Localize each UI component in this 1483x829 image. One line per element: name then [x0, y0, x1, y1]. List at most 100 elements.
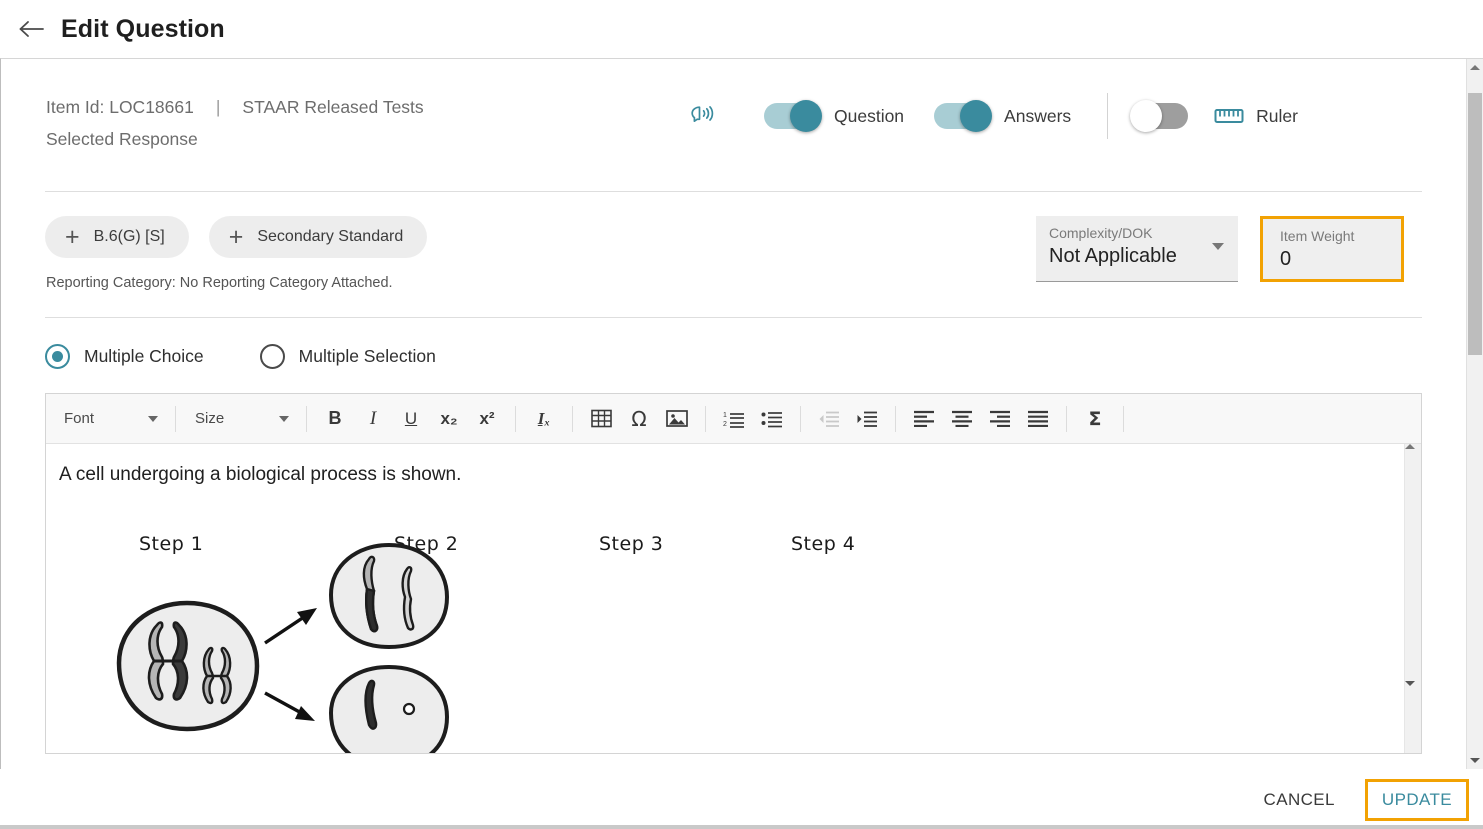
diagram-image — [59, 533, 959, 753]
align-justify-icon — [1028, 410, 1048, 427]
align-right-icon — [990, 410, 1010, 427]
math-button[interactable]: Σ — [1079, 403, 1111, 435]
table-button[interactable] — [585, 403, 617, 435]
primary-standard-chip[interactable]: + B.6(G) [S] — [45, 216, 189, 258]
item-id: Item Id: LOC18661 — [46, 97, 194, 117]
page-scroll-up-button[interactable] — [1467, 59, 1483, 76]
svg-text:1: 1 — [723, 412, 727, 419]
secondary-standard-chip[interactable]: + Secondary Standard — [208, 216, 428, 258]
italic-button[interactable]: I — [357, 403, 389, 435]
toggle-ruler[interactable]: Ruler — [1130, 100, 1298, 132]
special-character-icon: Ω — [631, 406, 647, 431]
font-size-select[interactable]: Size — [185, 404, 297, 434]
back-button[interactable] — [14, 12, 48, 46]
outdent-button[interactable] — [813, 403, 845, 435]
numbered-list-button[interactable]: 1 2 — [718, 403, 750, 435]
editor-scroll-down-button[interactable] — [1405, 681, 1421, 686]
indent-button[interactable] — [851, 403, 883, 435]
ruler-icon — [1214, 109, 1244, 123]
multiple-choice-radio[interactable] — [45, 344, 70, 369]
toggle-question[interactable]: Question — [764, 100, 904, 132]
multiple-selection-label: Multiple Selection — [298, 346, 436, 366]
align-center-icon — [952, 410, 972, 427]
subscript-icon: x₂ — [440, 408, 458, 428]
standard-chips: + B.6(G) [S] + Secondary Standard — [45, 216, 1036, 258]
toolbar-separator — [800, 405, 801, 432]
item-weight-value: 0 — [1280, 248, 1292, 270]
editor-vertical-scrollbar[interactable] — [1404, 444, 1421, 753]
complexity-dok-select[interactable]: Complexity/DOK Not Applicable — [1036, 216, 1238, 282]
item-response-type: Selected Response — [46, 129, 198, 149]
multiple-selection-radio[interactable] — [259, 344, 285, 369]
item-weight-input[interactable]: Item Weight 0 — [1260, 216, 1404, 282]
font-family-select[interactable]: Font — [54, 404, 166, 434]
subscript-button[interactable]: x₂ — [433, 403, 465, 435]
plus-icon: + — [228, 222, 244, 251]
align-left-button[interactable] — [908, 403, 940, 435]
answers-switch[interactable] — [934, 100, 993, 132]
accessibility-controls: Question Answers Ruler — [686, 91, 1316, 141]
special-character-button[interactable]: Ω — [623, 403, 655, 435]
remove-format-button[interactable]: Iₓ — [528, 403, 560, 435]
superscript-icon: x² — [479, 408, 495, 428]
editor-body: A cell undergoing a biological process i… — [46, 444, 1421, 753]
window-bottom-edge — [0, 825, 1483, 829]
table-icon — [590, 409, 612, 428]
editor-toolbar: Font Size B I U x₂ x² Iₓ Ω 1 2 Σ — [46, 394, 1421, 444]
text-to-speech-button[interactable] — [686, 103, 716, 129]
question-switch[interactable] — [764, 100, 822, 132]
standards-right: Complexity/DOK Not Applicable Item Weigh… — [1036, 216, 1422, 282]
bold-button[interactable]: B — [319, 403, 351, 435]
toolbar-separator — [306, 405, 307, 432]
underline-icon: U — [404, 408, 418, 428]
toolbar-separator — [1123, 405, 1124, 432]
meta-row: Item Id: LOC18661 | STAAR Released Tests S… — [45, 59, 1422, 165]
update-button[interactable]: UPDATE — [1364, 778, 1469, 821]
body-region: Item Id: LOC18661 | STAAR Released Tests S… — [0, 58, 1483, 769]
arrow-upper — [264, 608, 317, 645]
align-right-button[interactable] — [984, 403, 1016, 435]
item-source: STAAR Released Tests — [242, 97, 424, 117]
radio-multiple-choice[interactable]: Multiple Choice — [45, 344, 204, 369]
item-weight-label: Item Weight — [1280, 228, 1355, 244]
bold-icon: B — [328, 408, 342, 428]
align-justify-button[interactable] — [1022, 403, 1054, 435]
bulleted-list-button[interactable] — [756, 403, 788, 435]
remove-format-icon: Iₓ — [537, 408, 551, 428]
question-prompt-text: A cell undergoing a biological process i… — [59, 464, 462, 485]
meta-separator: | — [215, 97, 221, 117]
chevron-down-icon — [148, 415, 158, 422]
toolbar-separator — [705, 405, 706, 432]
answers-switch-label: Answers — [1004, 105, 1072, 126]
align-center-button[interactable] — [946, 403, 978, 435]
question-type-row: Multiple Choice Multiple Selection — [45, 318, 1422, 393]
dialog-footer: CANCEL UPDATE — [0, 769, 1483, 829]
numbered-list-icon: 1 2 — [723, 412, 744, 428]
underline-button[interactable]: U — [395, 403, 427, 435]
answers-switch-knob — [960, 100, 993, 132]
ruler-label: Ruler — [1256, 105, 1298, 126]
cell-division-svg — [116, 543, 449, 753]
toggle-answers[interactable]: Answers — [934, 100, 1072, 132]
ruler-icon-wrap — [1214, 105, 1244, 127]
page-vertical-scrollbar[interactable] — [1466, 59, 1483, 769]
complexity-dok-value: Not Applicable — [1049, 245, 1177, 267]
editor-content[interactable]: A cell undergoing a biological process i… — [46, 444, 1404, 753]
align-left-icon — [914, 410, 934, 427]
toolbar-separator — [175, 405, 176, 432]
page-scroll-thumb[interactable] — [1468, 93, 1482, 355]
page-title: Edit Question — [61, 14, 225, 43]
editor-scroll-thumb[interactable] — [1405, 449, 1421, 681]
cancel-button[interactable]: CANCEL — [1248, 782, 1351, 818]
page-scroll-down-button[interactable] — [1467, 752, 1483, 769]
plus-icon: + — [65, 222, 80, 251]
ruler-switch[interactable] — [1130, 100, 1189, 132]
toolbar-separator — [895, 405, 896, 432]
italic-icon: I — [369, 407, 377, 429]
superscript-button[interactable]: x² — [471, 403, 503, 435]
scroll-down-icon — [1405, 681, 1415, 686]
complexity-dok-label: Complexity/DOK — [1049, 225, 1153, 241]
edit-question-window: Edit Question Item Id: LOC18661 | STAAR Re… — [0, 0, 1483, 829]
image-button[interactable] — [661, 403, 693, 435]
radio-multiple-selection[interactable]: Multiple Selection — [259, 344, 436, 369]
